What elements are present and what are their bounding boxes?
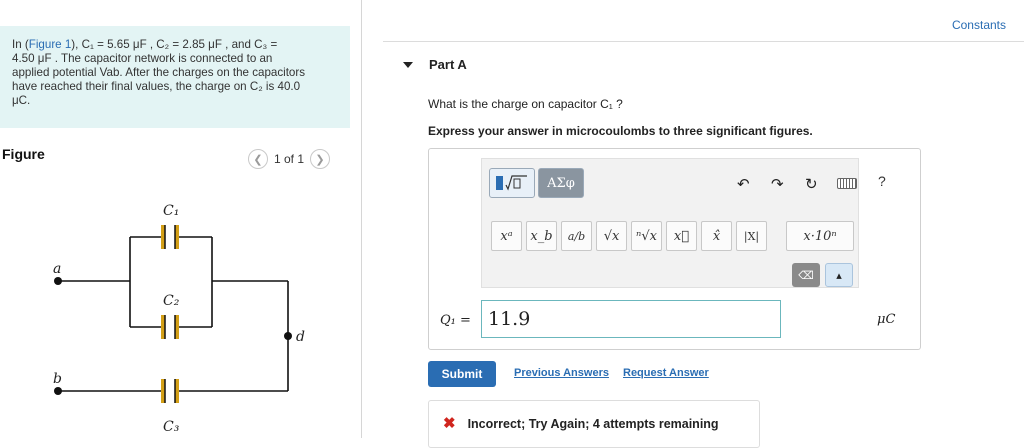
unit-vector-button[interactable]: x̂ — [701, 221, 732, 251]
scientific-notation-button[interactable]: x·10ⁿ — [786, 221, 854, 251]
request-answer-link[interactable]: Request Answer — [623, 367, 709, 379]
capacitor-c2 — [161, 315, 179, 339]
keyboard-toggle-icon[interactable]: ▴ — [825, 263, 853, 287]
nth-root-button[interactable]: ⁿ√x — [631, 221, 662, 251]
templates-button[interactable] — [489, 168, 535, 198]
figure-title: Figure — [2, 146, 45, 162]
capacitor-c1 — [161, 225, 179, 249]
label-c3: C₃ — [163, 419, 180, 435]
problem-text-line3: applied potential Vab. After the charges… — [12, 66, 306, 79]
instruction-text: Express your answer in microcoulombs to … — [428, 124, 813, 138]
part-label: Part A — [429, 57, 467, 72]
templates-icon — [496, 175, 527, 191]
label-c2: C₂ — [163, 293, 180, 309]
problem-statement: In (Figure 1), C₁ = 5.65 μF , C₂ = 2.85 … — [0, 26, 350, 128]
vector-button[interactable]: x⃗ — [666, 221, 697, 251]
next-figure-button[interactable]: ❯ — [310, 149, 331, 169]
node-d — [284, 332, 292, 340]
undo-icon[interactable]: ↶ — [737, 175, 750, 193]
feedback-text: Incorrect; Try Again; 4 attempts remaini… — [467, 417, 719, 431]
label-b: b — [53, 371, 62, 387]
keyboard-icon[interactable] — [837, 178, 857, 189]
capacitor-c3 — [161, 379, 179, 403]
label-d: d — [296, 329, 305, 345]
label-c1: C₁ — [163, 203, 179, 219]
answer-box: ΑΣφ ↶ ↷ ↻ ? xᵃ x_b a/b √x ⁿ√x x⃗ x̂ |X| … — [428, 148, 921, 350]
problem-panel: In (Figure 1), C₁ = 5.65 μF , C₂ = 2.85 … — [0, 0, 362, 438]
absolute-value-button[interactable]: |X| — [736, 221, 767, 251]
reset-icon[interactable]: ↻ — [805, 175, 818, 193]
superscript-button[interactable]: xᵃ — [491, 221, 522, 251]
prev-figure-button[interactable]: ❮ — [248, 149, 268, 169]
problem-text-prefix: In ( — [12, 38, 29, 51]
question-text: What is the charge on capacitor C₁ ? — [428, 97, 623, 111]
problem-text-line2: 4.50 μF . The capacitor network is conne… — [12, 52, 273, 65]
subscript-button[interactable]: x_b — [526, 221, 557, 251]
help-icon[interactable]: ? — [878, 173, 886, 189]
answer-label: Q₁ = — [440, 313, 471, 328]
feedback-message: ✖ Incorrect; Try Again; 4 attempts remai… — [428, 400, 760, 448]
answer-input[interactable]: 11.9 — [481, 300, 781, 338]
fraction-button[interactable]: a/b — [561, 221, 592, 251]
greek-symbols-button[interactable]: ΑΣφ — [538, 168, 584, 198]
circuit-diagram: C₁ C₂ C₃ a b d — [53, 203, 305, 435]
problem-text-line5: μC. — [12, 94, 31, 107]
previous-answers-link[interactable]: Previous Answers — [514, 367, 609, 379]
submit-button[interactable]: Submit — [428, 361, 496, 387]
figure-pager: ❮ 1 of 1 ❯ — [248, 147, 331, 171]
terminal-a — [54, 277, 62, 285]
constants-link[interactable]: Constants — [952, 18, 1006, 32]
problem-text-line4: have reached their final values, the cha… — [12, 80, 301, 93]
backspace-icon[interactable]: ⌫ — [792, 263, 820, 287]
circuit-wires — [58, 236, 289, 392]
pager-text: 1 of 1 — [274, 152, 305, 166]
answer-unit: μC — [877, 312, 896, 327]
label-a: a — [53, 261, 61, 277]
divider — [383, 41, 1024, 42]
math-toolbar: ΑΣφ ↶ ↷ ↻ ? xᵃ x_b a/b √x ⁿ√x x⃗ x̂ |X| … — [481, 158, 886, 288]
terminal-b — [54, 387, 62, 395]
part-header[interactable]: Part A — [403, 57, 467, 72]
problem-text-line1: ), C₁ = 5.65 μF , C₂ = 2.85 μF , and C₃ … — [71, 38, 278, 51]
redo-icon[interactable]: ↷ — [771, 175, 784, 193]
error-icon: ✖ — [443, 415, 456, 432]
collapse-caret-icon[interactable] — [403, 61, 413, 68]
figure-link[interactable]: Figure 1 — [29, 38, 72, 51]
sqrt-button[interactable]: √x — [596, 221, 627, 251]
question-panel: Constants Part A What is the charge on c… — [363, 0, 1024, 448]
